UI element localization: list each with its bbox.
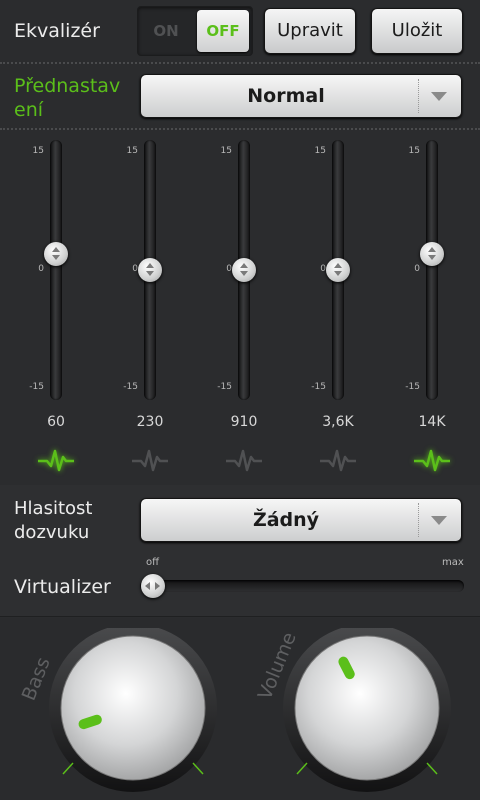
eq-scale-label: -15 — [123, 382, 138, 392]
eq-scale-label: 15 — [408, 146, 420, 156]
eq-band-knob[interactable] — [232, 258, 256, 282]
chevron-down-icon[interactable] — [431, 92, 447, 101]
bass-indicator — [78, 714, 102, 730]
arrow-right-icon — [155, 582, 160, 590]
eq-band-knob[interactable] — [44, 242, 68, 267]
virtualizer-max-label: max — [442, 557, 464, 568]
wave-icon — [226, 449, 262, 472]
eq-band-frequency: 910 — [230, 414, 258, 430]
toggle-off-label[interactable]: OFF — [197, 10, 249, 52]
eq-band-track[interactable] — [426, 140, 438, 400]
eq-scale-label: 15 — [32, 146, 44, 156]
divider — [0, 62, 480, 64]
virtualizer-slider-knob[interactable] — [141, 574, 165, 598]
eq-scale-label: 0 — [38, 264, 44, 274]
chevron-down-icon[interactable] — [431, 516, 447, 525]
eq-scale-label: -15 — [405, 382, 420, 392]
preset-value: Normal — [247, 85, 325, 107]
eq-band-knob[interactable] — [138, 258, 162, 282]
eq-band-frequency: 3,6K — [322, 414, 354, 430]
eq-scale-label: 15 — [126, 146, 138, 156]
edit-button[interactable]: Upravit — [264, 8, 356, 54]
volume-dial[interactable] — [282, 628, 472, 800]
volume-indicator — [338, 656, 355, 680]
eq-scale-label: 0 — [226, 264, 232, 274]
arrow-left-icon — [145, 582, 150, 590]
wave-icon — [132, 449, 168, 472]
virtualizer-label: Virtualizer — [14, 576, 111, 598]
virtualizer-min-label: off — [146, 557, 160, 568]
eq-band-frequency: 14K — [418, 414, 446, 430]
eq-band-knob[interactable] — [420, 242, 444, 267]
preset-label: Přednastav ení — [14, 75, 121, 121]
eq-scale-label: 0 — [320, 264, 326, 274]
preset-dropdown[interactable]: Normal — [140, 74, 462, 118]
virtualizer-slider-track[interactable] — [140, 580, 464, 592]
loudness-label: Hlasitost dozvuku — [14, 498, 93, 543]
loudness-value: Žádný — [252, 509, 320, 531]
divider — [0, 128, 480, 130]
dropdown-separator — [418, 79, 419, 113]
bass-dial[interactable] — [40, 628, 230, 800]
eq-band-track[interactable] — [50, 140, 62, 400]
eq-scale-label: -15 — [217, 382, 232, 392]
equalizer-label: Ekvalizér — [14, 20, 100, 42]
wave-icon — [38, 449, 74, 472]
eq-scale-label: -15 — [29, 382, 44, 392]
wave-icon — [320, 449, 356, 472]
divider — [0, 616, 480, 617]
eq-scale-label: 0 — [132, 264, 138, 274]
wave-icon — [414, 449, 450, 472]
eq-scale-label: 15 — [220, 146, 232, 156]
save-button[interactable]: Uložit — [371, 8, 463, 54]
eq-band-frequency: 60 — [47, 414, 65, 430]
equalizer-toggle[interactable]: ON OFF — [137, 6, 253, 56]
eq-band-knob[interactable] — [326, 258, 350, 282]
toggle-on-label[interactable]: ON — [138, 7, 194, 55]
eq-scale-label: 0 — [414, 264, 420, 274]
loudness-dropdown[interactable]: Žádný — [140, 498, 462, 542]
eq-scale-label: 15 — [314, 146, 326, 156]
eq-band-frequency: 230 — [136, 414, 164, 430]
dropdown-separator — [418, 503, 419, 537]
eq-scale-label: -15 — [311, 382, 326, 392]
